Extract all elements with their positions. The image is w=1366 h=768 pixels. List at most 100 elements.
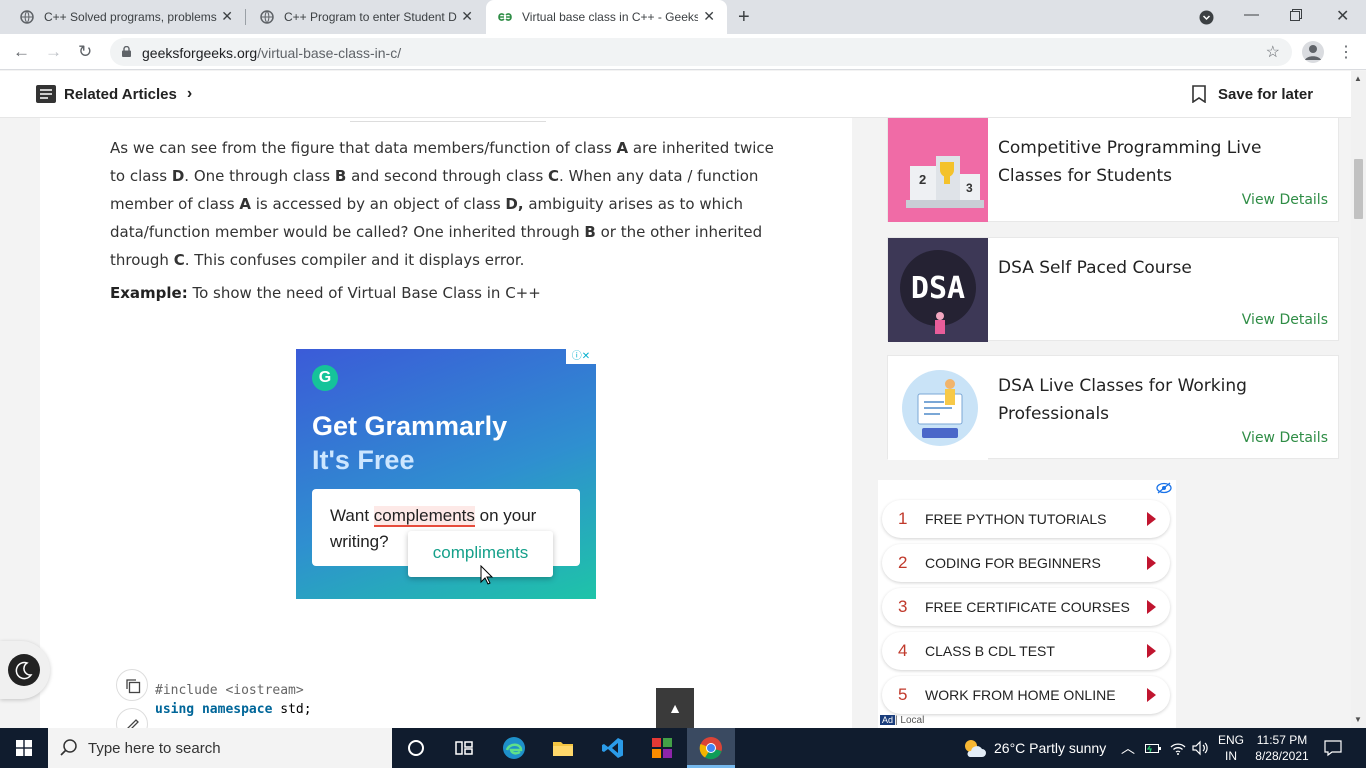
close-window-icon[interactable]: ✕ (1336, 6, 1349, 26)
taskbar-search-box[interactable]: Type here to search (48, 728, 392, 768)
ad-link-number: 2 (898, 553, 908, 572)
example-text: To show the need of Virtual Base Class i… (187, 284, 541, 302)
play-arrow-icon (1147, 688, 1156, 702)
article-sticky-header: Related Articles › Save for later (0, 71, 1351, 118)
windows-start-icon[interactable] (16, 740, 32, 756)
course-card-competitive-programming[interactable]: 2 3 Competitive Programming Live Classes… (887, 118, 1339, 222)
ad-link-item[interactable]: 2 CODING FOR BEGINNERS (882, 544, 1170, 582)
tab-virtual-base-class[interactable]: Virtual base class in C++ - Geeks ✕ (486, 0, 727, 34)
globe-icon (260, 10, 274, 24)
list-icon (36, 85, 56, 103)
tab-solved-programs[interactable]: C++ Solved programs, problems ✕ (0, 0, 245, 34)
cortana-icon[interactable] (404, 736, 428, 760)
ad-local-text: | Local (895, 715, 925, 726)
url-domain: geeksforgeeks.org (142, 45, 258, 61)
language-indicator[interactable]: ENG IN (1218, 733, 1244, 763)
lock-icon (122, 46, 131, 57)
scrollbar-thumb[interactable] (1354, 159, 1363, 219)
chevron-up-icon[interactable]: ︿ (1121, 738, 1135, 758)
page-scrollbar[interactable]: ▲ ▼ (1351, 71, 1366, 728)
address-bar[interactable]: geeksforgeeks.org/virtual-base-class-in-… (110, 38, 1292, 66)
back-arrow-icon[interactable]: ← (13, 42, 30, 62)
app-grid-icon[interactable] (650, 736, 674, 760)
ad-choices-icon[interactable]: ⓘ✕ (566, 349, 596, 364)
chevron-right-icon: › (186, 85, 193, 102)
related-articles-label: Related Articles (64, 85, 177, 103)
forward-arrow-icon[interactable]: → (45, 42, 62, 62)
code-line-2: using namespace std; (155, 702, 312, 717)
person-icon (1305, 45, 1321, 60)
code-line-1: #include <iostream> (155, 683, 304, 698)
ad-link-label: FREE PYTHON TUTORIALS (925, 511, 1107, 527)
battery-icon[interactable] (1145, 741, 1161, 755)
example-label: Example: (110, 284, 188, 302)
profile-avatar[interactable] (1302, 41, 1324, 63)
play-arrow-icon (1147, 644, 1156, 658)
ad-subheadline: It's Free (312, 445, 415, 475)
bookmark-star-icon[interactable]: ☆ (1266, 42, 1280, 62)
search-icon (60, 739, 77, 756)
edge-browser-icon[interactable] (502, 736, 526, 760)
figure-bottom-edge (350, 118, 546, 122)
ad-link-number: 1 (898, 509, 908, 528)
view-details-link[interactable]: View Details (1242, 192, 1328, 208)
ad-link-item[interactable]: 4 CLASS B CDL TEST (882, 632, 1170, 670)
edit-code-button[interactable] (116, 708, 148, 728)
svg-text:3: 3 (966, 181, 973, 195)
ad-link-label: CLASS B CDL TEST (925, 643, 1055, 659)
related-articles-button[interactable]: Related Articles › (36, 85, 192, 103)
grammarly-ad[interactable]: G ⓘ✕ Get Grammarly It's Free Want comple… (296, 349, 596, 599)
scroll-up-icon[interactable]: ▲ (1354, 74, 1362, 83)
new-tab-plus-icon[interactable]: + (738, 6, 750, 29)
ad-link-item[interactable]: 1 FREE PYTHON TUTORIALS (882, 500, 1170, 538)
globe-icon (20, 10, 34, 24)
notifications-icon[interactable] (1324, 739, 1342, 757)
page-viewport: Related Articles › Save for later As we … (0, 71, 1351, 728)
close-icon[interactable]: ✕ (461, 8, 473, 25)
region-code: IN (1225, 749, 1237, 763)
ad-link-item[interactable]: 5 WORK FROM HOME ONLINE (882, 676, 1170, 714)
ad-link-label: CODING FOR BEGINNERS (925, 555, 1101, 571)
ad-link-number: 3 (898, 597, 908, 616)
chrome-taskbar-active[interactable] (687, 728, 735, 768)
more-menu-icon[interactable]: ⋮ (1338, 42, 1354, 62)
course-card-dsa-live[interactable]: DSA Live Classes for Working Professiona… (887, 355, 1339, 460)
tab-title: Virtual base class in C++ - Geeks (522, 10, 698, 24)
podium-trophy-thumbnail: 2 3 (888, 118, 988, 222)
back-to-top-button[interactable]: ▲ (656, 688, 694, 728)
eye-privacy-icon[interactable] (1156, 482, 1172, 494)
url-text: geeksforgeeks.org/virtual-base-class-in-… (142, 45, 401, 61)
ad-link-item[interactable]: 3 FREE CERTIFICATE COURSES (882, 588, 1170, 626)
tab-search-icon[interactable] (1199, 10, 1214, 25)
course-title: Competitive Programming Live Classes for… (998, 138, 1262, 186)
tab-student-program[interactable]: C++ Program to enter Student D ✕ (240, 0, 485, 34)
scroll-down-icon[interactable]: ▼ (1354, 715, 1362, 724)
minimize-icon[interactable]: — (1244, 6, 1259, 23)
copy-code-button[interactable] (116, 669, 148, 701)
course-card-dsa-self-paced[interactable]: DSA DSA Self Paced Course View Details (887, 237, 1339, 342)
speaker-icon[interactable] (1192, 740, 1210, 756)
ad-link-label: WORK FROM HOME ONLINE (925, 687, 1116, 703)
file-explorer-icon[interactable] (551, 736, 575, 760)
close-icon[interactable]: ✕ (703, 8, 715, 25)
svg-text:2: 2 (919, 172, 926, 187)
teacher-board-thumbnail (888, 356, 988, 460)
restore-icon[interactable] (1290, 9, 1302, 21)
reload-icon[interactable]: ↻ (78, 42, 92, 62)
course-title: DSA Self Paced Course (998, 258, 1192, 278)
ad-link-number: 4 (898, 641, 908, 660)
clock-time: 11:57 PM (1256, 733, 1308, 747)
weather-text[interactable]: 26°C Partly sunny (994, 740, 1106, 756)
tab-title: C++ Solved programs, problems (44, 10, 217, 24)
view-details-link[interactable]: View Details (1242, 430, 1328, 446)
close-icon[interactable]: ✕ (221, 8, 233, 25)
ad-tag: Ad (880, 715, 896, 725)
clock[interactable]: 11:57 PM 8/28/2021 (1250, 733, 1314, 763)
dsa-thumbnail: DSA (888, 238, 988, 342)
vscode-icon[interactable] (601, 736, 625, 760)
save-for-later-button[interactable]: Save for later (1192, 85, 1313, 103)
wifi-icon[interactable] (1170, 740, 1186, 756)
task-view-icon[interactable] (452, 736, 476, 760)
sponsored-links-ad: 1 FREE PYTHON TUTORIALS 2 CODING FOR BEG… (878, 480, 1176, 728)
view-details-link[interactable]: View Details (1242, 312, 1328, 328)
